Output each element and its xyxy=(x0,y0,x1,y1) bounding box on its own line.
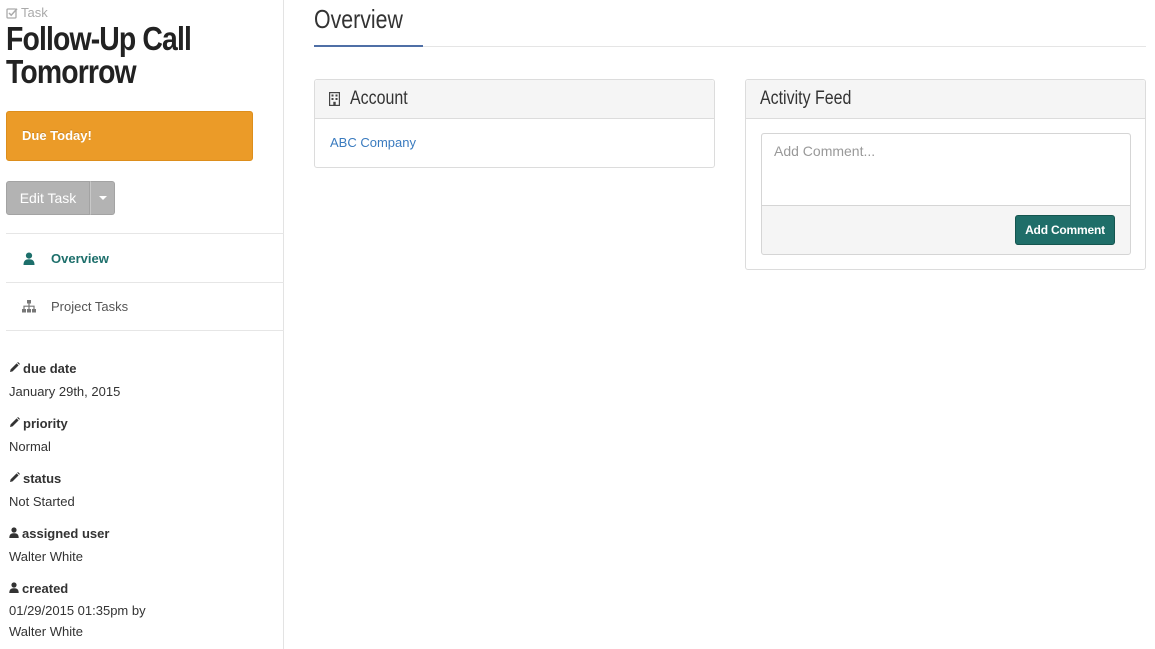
comment-box: Add Comment xyxy=(761,133,1131,255)
field-label: priority xyxy=(9,415,279,431)
main-content: Overview Account ABC Company Activity Fe… xyxy=(284,0,1155,649)
activity-feed-header: Activity Feed xyxy=(746,80,1145,119)
nav-item-label: Overview xyxy=(51,250,109,266)
account-panel-header: Account xyxy=(315,80,714,119)
sidebar-nav: Overview Project Tasks xyxy=(6,233,284,331)
edit-task-button-group: Edit Task xyxy=(6,181,115,215)
field-status: status Not Started xyxy=(9,470,279,512)
sidebar: Task Follow-Up Call Tomorrow Due Today! … xyxy=(0,0,284,649)
page-title: Overview xyxy=(314,4,403,34)
pencil-icon xyxy=(9,361,20,376)
account-panel: Account ABC Company xyxy=(314,79,715,168)
field-priority: priority Normal xyxy=(9,415,279,457)
field-value: Normal xyxy=(9,439,51,454)
account-link[interactable]: ABC Company xyxy=(330,135,714,150)
task-title: Follow-Up Call Tomorrow xyxy=(6,20,192,90)
user-icon xyxy=(9,581,19,596)
field-due-date: due date January 29th, 2015 xyxy=(9,360,279,402)
field-label-text: priority xyxy=(23,415,68,431)
field-value-line: Walter White xyxy=(9,624,83,639)
field-label-text: due date xyxy=(23,360,77,376)
nav-item-project-tasks[interactable]: Project Tasks xyxy=(6,282,284,331)
sitemap-icon xyxy=(21,300,37,313)
field-label: status xyxy=(9,470,279,486)
edit-task-button[interactable]: Edit Task xyxy=(6,181,90,215)
record-type: Task xyxy=(6,5,48,20)
field-value-line: 01/29/2015 01:35pm by xyxy=(9,603,146,618)
field-label: created xyxy=(9,580,279,596)
title-divider xyxy=(314,46,1146,47)
building-icon xyxy=(329,92,340,106)
field-value: 01/29/2015 01:35pm by Walter White xyxy=(9,600,279,642)
field-value: Not Started xyxy=(9,494,75,509)
edit-task-dropdown-toggle[interactable] xyxy=(90,181,115,215)
field-label: assigned user xyxy=(9,525,279,541)
nav-item-overview[interactable]: Overview xyxy=(6,233,284,282)
field-value: January 29th, 2015 xyxy=(9,384,121,399)
nav-item-label: Project Tasks xyxy=(51,299,129,314)
field-label: due date xyxy=(9,360,279,376)
account-panel-title: Account xyxy=(350,88,408,109)
pencil-icon xyxy=(9,416,20,431)
field-label-text: status xyxy=(23,470,62,486)
checkbox-icon xyxy=(6,7,18,19)
task-fields: due date January 29th, 2015 priority Nor… xyxy=(9,360,279,649)
pencil-icon xyxy=(9,471,20,486)
field-created: created 01/29/2015 01:35pm by Walter Whi… xyxy=(9,580,279,642)
activity-feed-panel: Activity Feed Add Comment xyxy=(745,79,1146,270)
comment-input[interactable] xyxy=(762,134,1130,206)
field-value: Walter White xyxy=(9,549,83,564)
caret-down-icon xyxy=(98,196,107,200)
add-comment-button[interactable]: Add Comment xyxy=(1015,215,1115,245)
user-icon xyxy=(9,526,19,541)
field-assigned-user: assigned user Walter White xyxy=(9,525,279,567)
title-accent-bar xyxy=(314,45,423,47)
due-banner: Due Today! xyxy=(6,111,253,161)
field-label-text: assigned user xyxy=(22,525,110,541)
user-icon xyxy=(21,252,37,265)
field-label-text: created xyxy=(22,580,69,596)
record-type-label: Task xyxy=(21,5,48,20)
activity-feed-title: Activity Feed xyxy=(760,88,852,109)
